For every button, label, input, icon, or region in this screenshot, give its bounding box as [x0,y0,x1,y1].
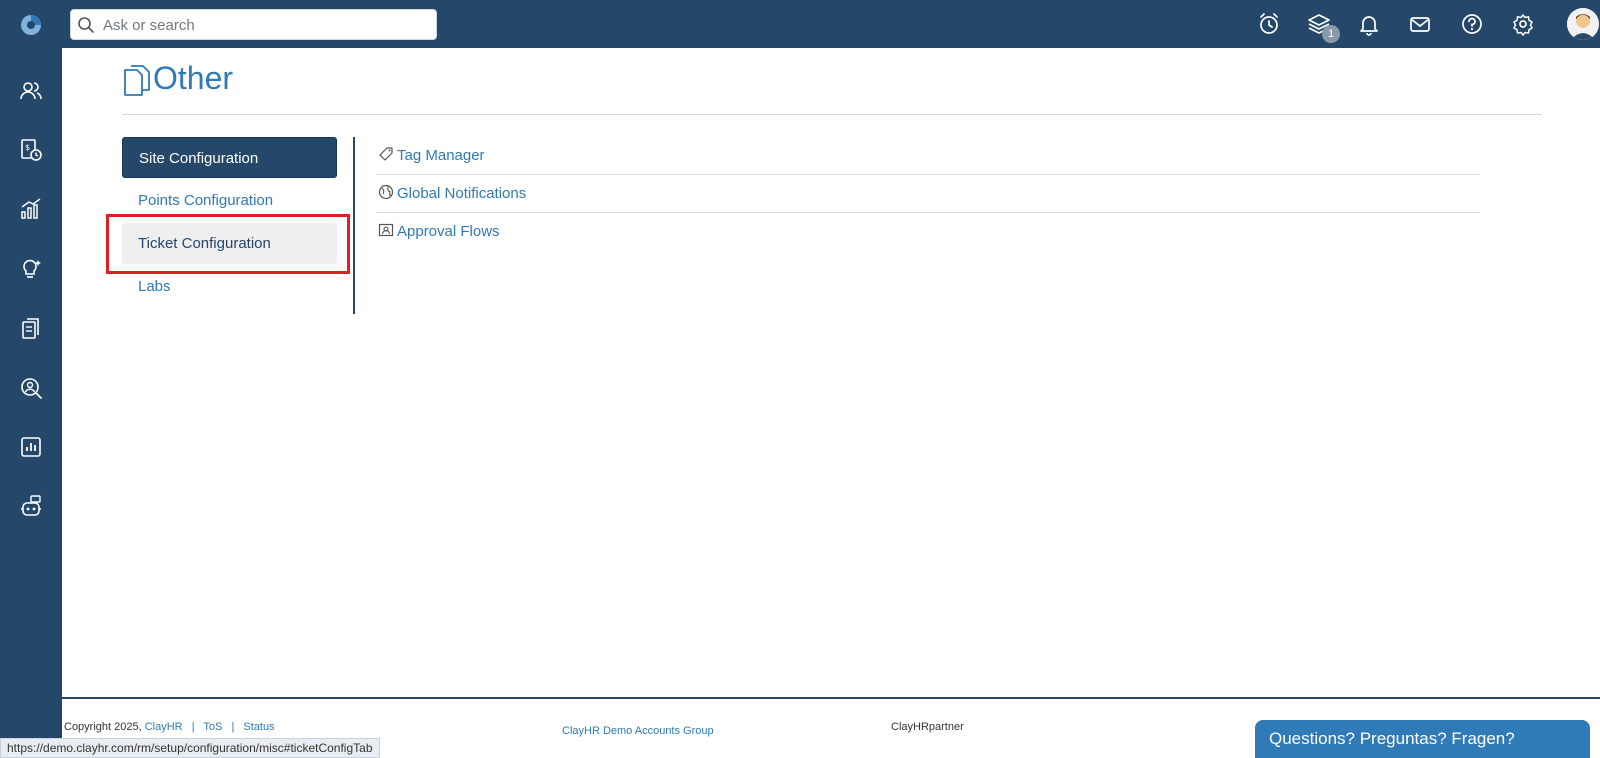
clayhr-link[interactable]: ClayHR [145,721,183,733]
list-item-approval-flows[interactable]: Approval Flows [376,213,1480,251]
menu-site-configuration[interactable]: Site Configuration [122,137,337,178]
status-link[interactable]: Status [243,721,274,733]
footer-separator: | [231,721,235,733]
copyright-text: Copyright 2025, [64,721,142,733]
approval-flows-label: Approval Flows [397,223,500,240]
footer-separator: | [191,721,195,733]
title-divider [122,114,1542,115]
highlight-annotation-box [106,214,350,274]
globe-icon [378,184,394,200]
copy-pages-icon [124,65,150,96]
documents-icon[interactable] [18,316,44,342]
search-input[interactable] [103,14,423,36]
user-card-icon [378,223,394,237]
svg-text:$: $ [25,143,30,152]
lightbulb-icon[interactable] [18,256,44,282]
reports-icon[interactable] [18,434,44,460]
people-icon[interactable] [18,78,44,104]
avatar-person-icon [1567,8,1599,40]
tos-link[interactable]: ToS [203,721,222,733]
footer-group-link[interactable]: ClayHR Demo Accounts Group [562,725,714,737]
layers-badge: 1 [1322,25,1340,43]
user-avatar[interactable] [1567,8,1599,40]
left-sidebar: $ [0,48,62,758]
search-icon [78,17,94,33]
global-notifications-label: Global Notifications [397,185,527,202]
user-search-icon[interactable] [18,375,44,401]
search-box[interactable] [70,9,437,40]
bot-assistant-icon[interactable] [18,494,44,520]
alarm-clock-icon[interactable] [1256,11,1282,37]
gear-icon[interactable] [1510,11,1536,37]
top-bar: 1 [0,0,1600,48]
analytics-chart-icon[interactable] [18,196,44,222]
questions-chat-button[interactable]: Questions? Preguntas? Fragen? [1255,720,1590,758]
page-title: Other [153,60,234,96]
payroll-clock-icon[interactable]: $ [18,137,44,163]
clayhr-logo-icon[interactable] [18,12,44,38]
help-icon[interactable] [1459,11,1485,37]
list-item-tag-manager[interactable]: Tag Manager [376,137,1480,175]
bell-icon[interactable] [1356,11,1382,37]
browser-status-url: https://demo.clayhr.com/rm/setup/configu… [0,738,380,758]
footer-divider [62,697,1600,699]
tag-icon [379,147,393,161]
mail-icon[interactable] [1407,11,1433,37]
menu-vertical-divider [353,137,355,314]
tag-manager-label: Tag Manager [397,147,485,164]
footer-copyright: Copyright 2025, ClayHR | ToS | Status [64,721,275,733]
list-item-global-notifications[interactable]: Global Notifications [376,175,1480,213]
footer-partner: ClayHRpartner [891,721,964,733]
